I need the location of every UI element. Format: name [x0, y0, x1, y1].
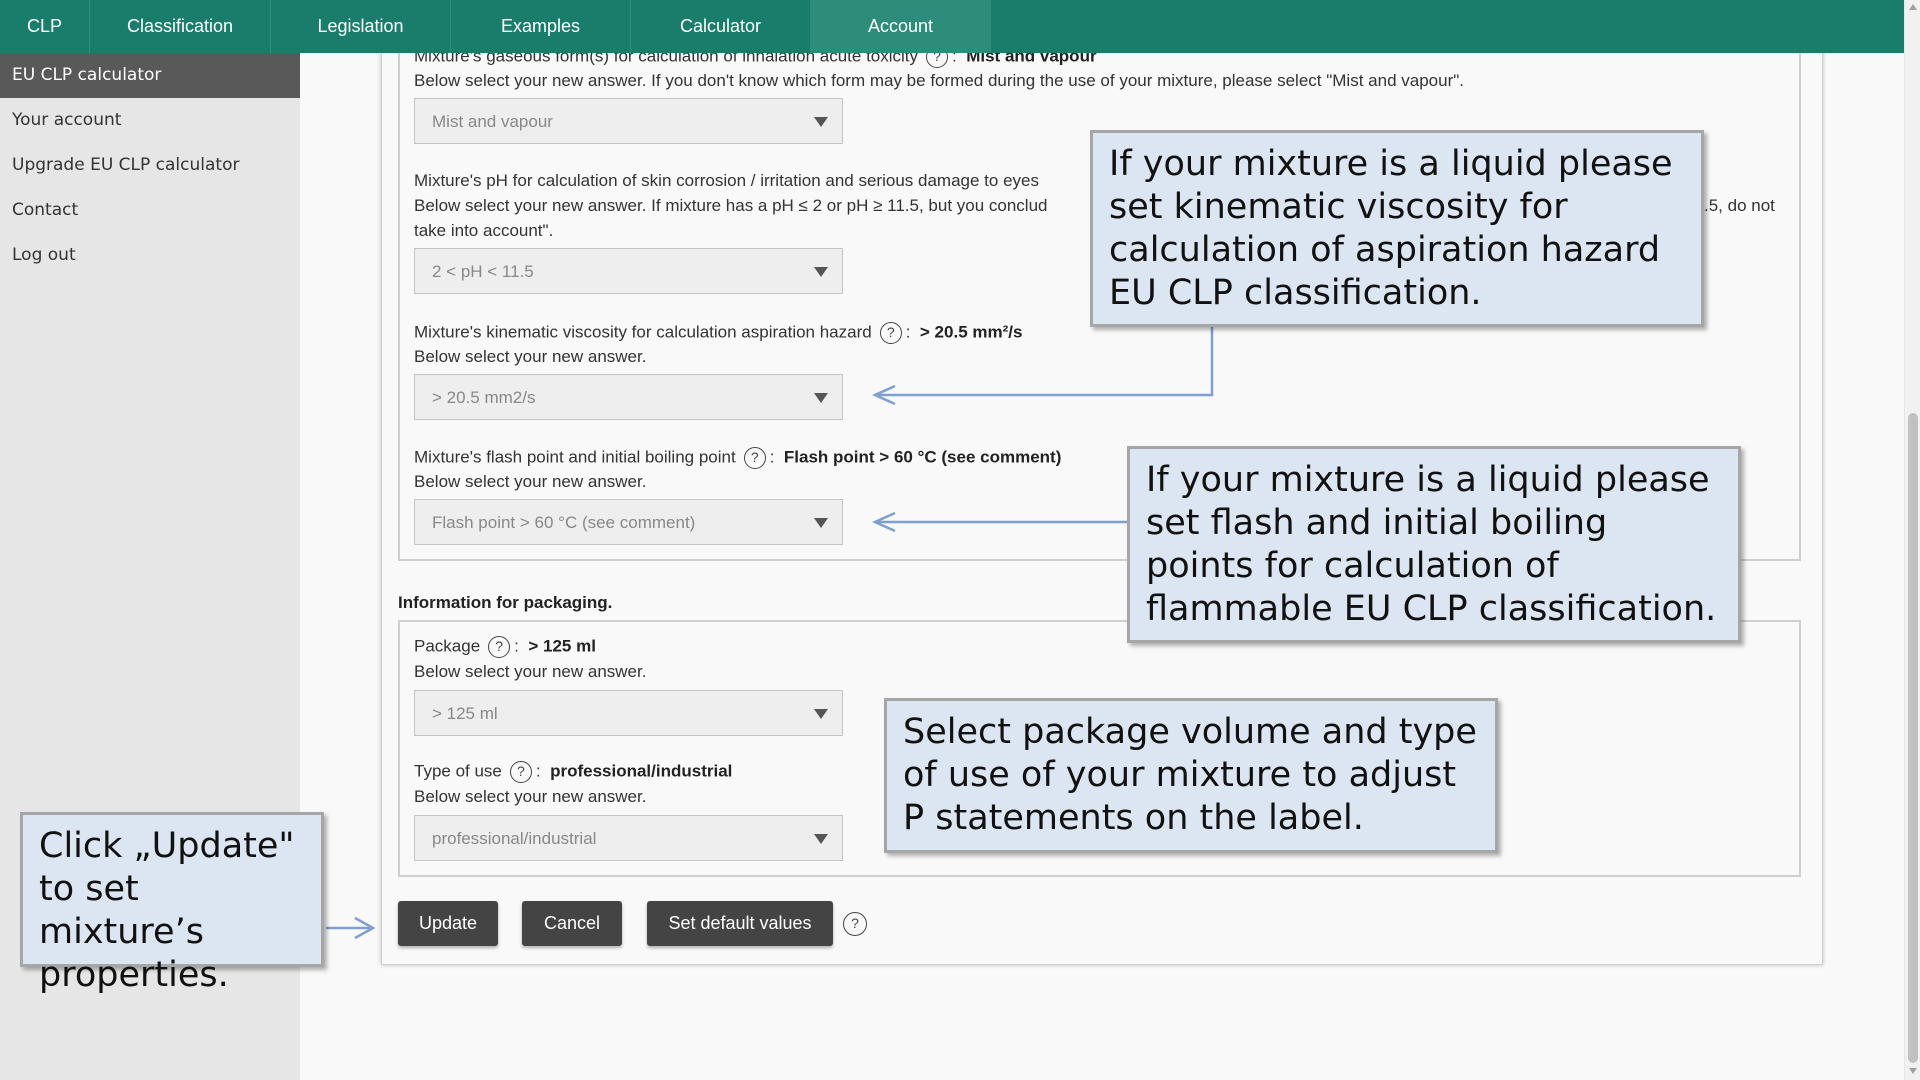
- ph-instruction-start: Below select your new answer. If mixture…: [414, 196, 1048, 215]
- ph-instruction-end: .5, do not: [1704, 196, 1775, 215]
- flash-point-current-value: Flash point > 60 °C (see comment): [783, 447, 1062, 467]
- viscosity-instruction: Below select your new answer.: [414, 347, 647, 366]
- nav-classification[interactable]: Classification: [90, 0, 271, 53]
- viscosity-select[interactable]: > 20.5 mm2/s: [414, 374, 843, 420]
- package-question: Package?: > 125 ml: [414, 636, 596, 658]
- nav-account[interactable]: Account: [811, 0, 991, 53]
- chevron-down-icon: [814, 117, 828, 127]
- viscosity-question: Mixture's kinematic viscosity for calcul…: [414, 322, 1022, 344]
- ph-select[interactable]: 2 < pH < 11.5: [414, 248, 843, 294]
- gaseous-form-select[interactable]: Mist and vapour: [414, 98, 843, 144]
- flash-point-label: Mixture's flash point and initial boilin…: [414, 447, 736, 467]
- sidebar-item-log-out[interactable]: Log out: [0, 233, 300, 278]
- callout-package: Select package volume and type of use of…: [884, 698, 1498, 853]
- ph-instruction-line2: take into account".: [414, 221, 554, 240]
- help-icon[interactable]: ?: [843, 912, 867, 936]
- gaseous-form-instruction: Below select your new answer. If you don…: [414, 71, 1464, 90]
- viscosity-current-value: > 20.5 mm²/s: [919, 322, 1023, 342]
- package-selected-value: > 125 ml: [432, 704, 498, 723]
- colon: :: [535, 761, 541, 781]
- scroll-up-icon[interactable]: [1909, 4, 1917, 10]
- type-of-use-selected-value: professional/industrial: [432, 829, 597, 848]
- flash-point-selected-value: Flash point > 60 °C (see comment): [432, 513, 696, 532]
- help-icon[interactable]: ?: [509, 761, 532, 783]
- colon: :: [514, 636, 519, 656]
- callout-update: Click „Update" to set mixture’s properti…: [20, 812, 324, 995]
- package-instruction: Below select your new answer.: [414, 662, 647, 681]
- gaseous-form-selected-value: Mist and vapour: [432, 112, 553, 131]
- flash-point-select[interactable]: Flash point > 60 °C (see comment): [414, 499, 843, 545]
- type-of-use-select[interactable]: professional/industrial: [414, 815, 843, 861]
- nav-examples[interactable]: Examples: [451, 0, 631, 53]
- colon: :: [905, 322, 911, 342]
- update-button[interactable]: Update: [398, 901, 498, 946]
- chevron-down-icon: [814, 393, 828, 403]
- package-select[interactable]: > 125 ml: [414, 690, 843, 736]
- chevron-down-icon: [814, 267, 828, 277]
- callout-package-text: Select package volume and type of use of…: [903, 712, 1477, 838]
- viscosity-selected-value: > 20.5 mm2/s: [432, 388, 536, 407]
- flash-point-question: Mixture's flash point and initial boilin…: [414, 447, 1061, 469]
- top-navigation: CLP Classification Legislation Examples …: [0, 0, 1904, 53]
- sidebar-item-contact[interactable]: Contact: [0, 188, 300, 233]
- colon: :: [769, 447, 775, 467]
- scrollbar-thumb[interactable]: [1908, 413, 1918, 1063]
- sidebar-item-eu-clp-calculator[interactable]: EU CLP calculator: [0, 53, 300, 98]
- callout-viscosity-text: If your mixture is a liquid please set k…: [1109, 144, 1673, 313]
- package-label: Package: [414, 636, 481, 656]
- ph-selected-value: 2 < pH < 11.5: [432, 262, 534, 281]
- page-scrollbar[interactable]: [1904, 0, 1920, 1080]
- package-current-value: > 125 ml: [528, 636, 596, 656]
- scroll-down-icon[interactable]: [1909, 1068, 1917, 1074]
- sidebar-item-upgrade[interactable]: Upgrade EU CLP calculator: [0, 143, 300, 188]
- ph-question: Mixture's pH for calculation of skin cor…: [414, 171, 1039, 190]
- chevron-down-icon: [814, 518, 828, 528]
- help-icon[interactable]: ?: [743, 447, 766, 469]
- type-of-use-current-value: professional/industrial: [550, 761, 733, 781]
- sidebar-item-your-account[interactable]: Your account: [0, 98, 300, 143]
- flash-point-instruction: Below select your new answer.: [414, 472, 647, 491]
- nav-legislation[interactable]: Legislation: [271, 0, 451, 53]
- arrow-head-icon: [354, 916, 376, 940]
- cancel-button[interactable]: Cancel: [522, 901, 622, 946]
- callout-flash-point: If your mixture is a liquid please set f…: [1127, 446, 1741, 643]
- packaging-heading: Information for packaging.: [398, 593, 613, 612]
- callout-update-text: Click „Update" to set mixture’s properti…: [39, 826, 295, 995]
- viscosity-label: Mixture's kinematic viscosity for calcul…: [414, 322, 872, 342]
- type-of-use-question: Type of use?: professional/industrial: [414, 761, 732, 783]
- nav-clp[interactable]: CLP: [0, 0, 90, 53]
- callout-viscosity: If your mixture is a liquid please set k…: [1090, 130, 1704, 327]
- type-of-use-instruction: Below select your new answer.: [414, 787, 647, 806]
- callout-flash-point-text: If your mixture is a liquid please set f…: [1146, 460, 1717, 629]
- help-icon[interactable]: ?: [488, 636, 511, 658]
- chevron-down-icon: [814, 834, 828, 844]
- type-of-use-label: Type of use: [414, 761, 502, 781]
- nav-calculator[interactable]: Calculator: [631, 0, 811, 53]
- chevron-down-icon: [814, 709, 828, 719]
- help-icon[interactable]: ?: [879, 322, 902, 344]
- set-default-values-button[interactable]: Set default values: [647, 901, 833, 946]
